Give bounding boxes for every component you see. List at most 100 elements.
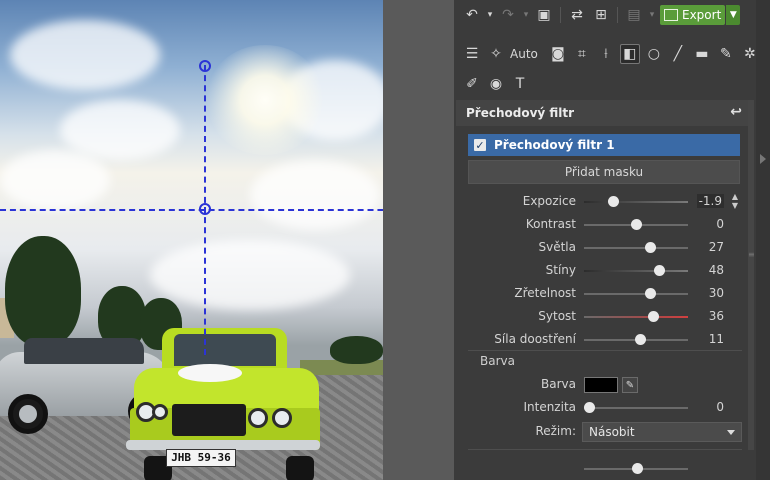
tree (330, 336, 383, 364)
blend-mode-value: Násobit (589, 425, 635, 439)
color-label: Barva (541, 377, 576, 391)
tools-toolbar: ☰ ✧ Auto ◙ ⌗ ⟊ ◧ ○ ╱ ▬ ✎ ✲ (454, 41, 760, 67)
eyedropper-icon[interactable]: ✎ (622, 377, 638, 393)
wedding-ribbon (178, 364, 242, 382)
slider-knob[interactable] (653, 265, 665, 276)
slider-label: Expozice (522, 194, 576, 208)
export-label: Export (682, 8, 722, 22)
pen-icon[interactable]: ✐ (462, 74, 482, 94)
spinner-arrows-icon[interactable]: ▲ ▼ (730, 192, 740, 210)
grille (172, 404, 246, 436)
slider-track[interactable] (584, 316, 688, 318)
cloud (60, 100, 180, 160)
adjust-sliders-icon[interactable]: ☰ (462, 44, 482, 64)
undo-dropdown-icon[interactable]: ▾ (486, 5, 494, 25)
tree (5, 236, 81, 346)
gradient-center-handle[interactable] (199, 203, 211, 215)
filter-name: Přechodový filtr 1 (494, 138, 615, 152)
color-swatch[interactable] (584, 377, 618, 393)
slider-knob[interactable] (644, 288, 656, 299)
slider-knob[interactable] (647, 311, 659, 322)
separator (617, 7, 618, 23)
gradient-filter-header: Přechodový filtr ↩ (456, 100, 748, 126)
undo-icon[interactable]: ↶ (462, 5, 482, 25)
blend-mode-select[interactable]: Násobit (582, 422, 742, 442)
sun (205, 45, 325, 155)
eraser-icon[interactable]: ▬ (692, 44, 712, 64)
filter-enable-checkbox[interactable]: ✓ (474, 139, 486, 151)
redo-dropdown-icon[interactable]: ▾ (522, 5, 530, 25)
slider-label: Zřetelnost (514, 286, 576, 300)
text-icon[interactable]: T (510, 74, 530, 94)
redo-icon[interactable]: ↷ (498, 5, 518, 25)
color-section-title: Barva (480, 354, 515, 368)
gradient-filter-icon[interactable]: ◧ (619, 44, 640, 64)
slider-value[interactable]: 11 (709, 332, 724, 346)
canvas-background (383, 0, 454, 480)
crop-icon[interactable]: ⌗ (572, 44, 592, 64)
chevron-right-icon[interactable] (760, 154, 766, 164)
slider-knob[interactable] (644, 242, 656, 253)
slider-knob[interactable] (632, 463, 643, 474)
photo-canvas[interactable]: JHB 59-36 (0, 0, 383, 480)
slider-intenzita: Intenzita 0 (454, 397, 754, 419)
brush-icon[interactable]: ╱ (668, 44, 688, 64)
slider-value[interactable]: 0 (716, 400, 724, 414)
slider-value[interactable]: 0 (716, 217, 724, 231)
chevron-down-icon (727, 430, 735, 435)
separator (560, 7, 561, 23)
slider-knob[interactable] (635, 334, 647, 345)
image-icon[interactable]: ▣ (534, 5, 554, 25)
slider-track[interactable] (584, 247, 688, 249)
magic-wand-icon[interactable]: ✧ (486, 44, 506, 64)
compare-icon[interactable]: ⇄ (567, 5, 587, 25)
export-button[interactable]: Export (660, 5, 726, 25)
export-dropdown-button[interactable]: ▼ (726, 5, 741, 25)
perspective-icon[interactable]: ⟊ (596, 44, 616, 64)
slider-knob[interactable] (584, 402, 595, 413)
cloud (150, 240, 350, 310)
filter-list-item[interactable]: ✓ Přechodový filtr 1 (468, 134, 740, 156)
save-dropdown-icon[interactable]: ▾ (648, 5, 656, 25)
slider-síla-doostření: Síla doostření 11 (454, 329, 754, 351)
slider-value[interactable]: -1.9 (696, 194, 724, 208)
history-icon[interactable]: ⊞ (591, 5, 611, 25)
mask-icon[interactable]: ◉ (486, 74, 506, 94)
blend-mode-row: Režim: Násobit (454, 421, 754, 443)
slider-kontrast: Kontrast 0 (454, 214, 754, 236)
green-car: JHB 59-36 (126, 328, 322, 480)
back-arrow-icon[interactable]: ↩ (730, 104, 742, 120)
add-mask-button[interactable]: Přidat masku (468, 160, 740, 184)
slider-label: Síla doostření (494, 332, 576, 346)
slider-track[interactable] (584, 270, 688, 272)
gradient-rotate-handle[interactable] (199, 60, 211, 72)
slider-value[interactable]: 36 (709, 309, 724, 323)
slider-track[interactable] (584, 407, 688, 409)
slider-zřetelnost: Zřetelnost 30 (454, 283, 754, 305)
slider-sytost: Sytost 36 (454, 306, 754, 328)
slider-knob[interactable] (631, 219, 642, 230)
slider-value[interactable]: 30 (709, 286, 724, 300)
color-row: Barva ✎ (454, 374, 754, 396)
slider-track[interactable] (584, 293, 688, 295)
mode-label: Režim: (535, 424, 576, 438)
camera-icon[interactable]: ◙ (548, 44, 568, 64)
save-icon[interactable]: ▤ (624, 5, 644, 25)
tools-toolbar-2: ✐ ◉ T (454, 71, 530, 97)
slider-knob[interactable] (608, 196, 620, 207)
slider-label: Světla (538, 240, 577, 254)
slider-track[interactable] (584, 201, 688, 203)
auto-button[interactable]: Auto (510, 47, 538, 61)
slider-value[interactable]: 27 (709, 240, 724, 254)
slider-světla: Světla 27 (454, 237, 754, 259)
radial-filter-icon[interactable]: ○ (644, 44, 664, 64)
panel-collapse-strip[interactable] (756, 0, 770, 480)
cloud (250, 160, 380, 230)
slider-stíny: Stíny 48 (454, 260, 754, 282)
right-panel: ↶ ▾ ↷ ▾ ▣ ⇄ ⊞ ▤ ▾ Export ▼ ☰ ✧ Auto ◙ ⌗ … (454, 0, 756, 480)
scroll-grip-icon: ≡ (748, 250, 755, 259)
slider-value[interactable]: 48 (709, 263, 724, 277)
top-toolbar: ↶ ▾ ↷ ▾ ▣ ⇄ ⊞ ▤ ▾ Export ▼ (454, 2, 741, 28)
panel-scrollbar[interactable]: ≡ (748, 100, 755, 450)
healing-icon[interactable]: ✎ (716, 44, 736, 64)
